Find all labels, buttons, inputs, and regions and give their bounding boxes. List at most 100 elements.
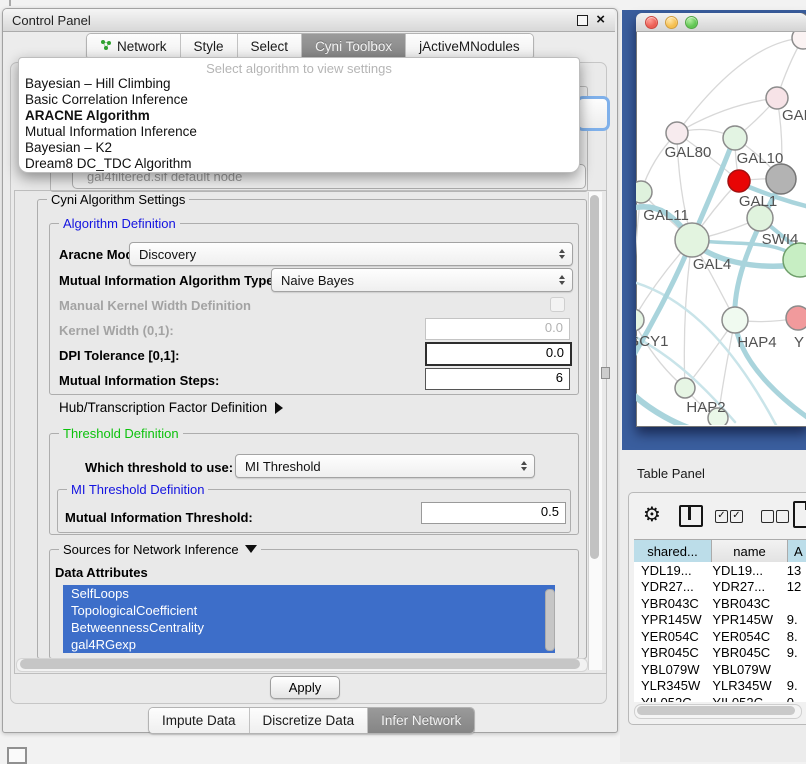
minimized-window-icon[interactable]	[7, 747, 27, 764]
table-row[interactable]: YBL079WYBL079W	[634, 661, 806, 678]
mi-threshold-title: MI Threshold Definition	[67, 482, 208, 497]
network-node-gal[interactable]	[766, 87, 788, 109]
tab-infer-network[interactable]: Infer Network	[368, 708, 474, 733]
tab-cyni-toolbox[interactable]: Cyni Toolbox	[302, 34, 406, 59]
deselect-all-icon[interactable]	[776, 510, 789, 523]
algorithm-option-bayesian-k2[interactable]: Bayesian – K2	[19, 140, 579, 156]
network-node-gcy1[interactable]	[636, 309, 644, 331]
table-horizontal-scrollbar-thumb[interactable]	[637, 706, 795, 715]
table-row[interactable]: YLR345WYLR345W9.	[634, 678, 806, 695]
tab-style[interactable]: Style	[181, 34, 238, 59]
network-node-hap4[interactable]	[722, 307, 748, 333]
network-edge[interactable]	[636, 320, 685, 388]
network-node-gal11[interactable]	[636, 181, 652, 203]
minimize-traffic-light[interactable]	[665, 16, 678, 29]
sources-collapser[interactable]: Sources for Network Inference	[59, 542, 261, 557]
bottom-tabstrip: Impute DataDiscretize DataInfer Network	[148, 707, 475, 734]
select-all-icon[interactable]: ✓	[715, 510, 728, 523]
zoom-traffic-light[interactable]	[685, 16, 698, 29]
panel-splitter-handle[interactable]	[601, 367, 610, 379]
which-threshold-value: MI Threshold	[236, 459, 521, 474]
network-node-y[interactable]	[786, 306, 806, 330]
table-row[interactable]: YBR045CYBR045C9.	[634, 645, 806, 662]
kernel-width-field[interactable]: 0.0	[425, 318, 570, 340]
table-cell: YBL079W	[708, 662, 780, 677]
close-traffic-light[interactable]	[645, 16, 658, 29]
network-canvas[interactable]: GALGAL80GAL10GAL1SWI4GAL4GAL11GCY1HAP4YH…	[636, 32, 806, 425]
algorithm-option-mutual-information-inference[interactable]: Mutual Information Inference	[19, 124, 579, 140]
network-node-label: HAP4	[737, 334, 776, 351]
table-cell: YBR045C	[708, 645, 780, 660]
column-header-partial[interactable]: A	[788, 540, 806, 563]
table-cell: 8.	[781, 629, 806, 644]
apply-button[interactable]: Apply	[270, 676, 340, 699]
attribute-item-selfloops[interactable]: SelfLoops	[63, 585, 555, 602]
window-edge-notch	[9, 0, 11, 6]
algorithm-option-basic-correlation-inference[interactable]: Basic Correlation Inference	[19, 92, 579, 108]
tab-jactivemnodules[interactable]: jActiveMNodules	[406, 34, 533, 59]
table-cell: YLR345W	[634, 678, 708, 693]
deselect-all-icon[interactable]	[761, 510, 774, 523]
table-toolbar: ⚙ ✓ ✓	[629, 493, 806, 537]
tab-network[interactable]: Network	[87, 34, 181, 59]
mi-type-value: Naive Bayes	[272, 273, 559, 288]
combo-arrows-icon	[559, 275, 572, 285]
network-node-hap2[interactable]	[675, 378, 695, 398]
which-threshold-label: Which threshold to use:	[85, 460, 233, 475]
network-node[interactable]	[792, 32, 806, 49]
manual-kernel-checkbox[interactable]	[550, 297, 565, 312]
algorithm-combo-partial[interactable]	[576, 96, 610, 131]
gear-icon[interactable]: ⚙	[643, 501, 661, 527]
float-window-icon[interactable]	[577, 15, 588, 26]
table-row[interactable]: YIL052CYIL052C0.	[634, 694, 806, 702]
tab-discretize-data[interactable]: Discretize Data	[250, 708, 369, 733]
file-icon[interactable]	[793, 501, 806, 528]
attribute-item-topologicalcoefficient[interactable]: TopologicalCoefficient	[63, 602, 555, 619]
table-row[interactable]: YBR043CYBR043C	[634, 595, 806, 612]
network-node[interactable]	[766, 164, 796, 194]
network-node-gal4[interactable]	[675, 223, 709, 257]
table-row[interactable]: YDL19...YDL19...13	[634, 562, 806, 579]
algorithm-option-bayesian-hill-climbing[interactable]: Bayesian – Hill Climbing	[19, 76, 579, 92]
network-node-label: GAL10	[737, 150, 784, 167]
settings-vertical-scrollbar-thumb[interactable]	[590, 195, 599, 559]
tab-select[interactable]: Select	[238, 34, 303, 59]
tab-impute-data[interactable]: Impute Data	[149, 708, 250, 733]
network-node-gal1[interactable]	[728, 170, 750, 192]
attribute-item-gal4rgexp[interactable]: gal4RGexp	[63, 636, 555, 653]
table-cell: YIL052C	[708, 695, 780, 702]
algorithm-option-aracne-algorithm[interactable]: ARACNE Algorithm	[19, 108, 579, 124]
close-icon[interactable]: ×	[596, 14, 605, 26]
hub-definition-expander[interactable]: Hub/Transcription Factor Definition	[59, 400, 283, 415]
network-edge[interactable]	[677, 98, 777, 133]
which-threshold-combo[interactable]: MI Threshold	[235, 454, 535, 478]
column-header-name[interactable]: name	[712, 540, 788, 563]
tab-label: Cyni Toolbox	[315, 39, 392, 54]
settings-horizontal-scrollbar-thumb[interactable]	[20, 659, 580, 669]
table-row[interactable]: YPR145WYPR145W9.	[634, 612, 806, 629]
table-row[interactable]: YER054CYER054C8.	[634, 628, 806, 645]
network-icon	[100, 39, 112, 54]
table-cell: YDR27...	[708, 579, 780, 594]
column-header-shared[interactable]: shared...	[634, 540, 712, 563]
dpi-tolerance-field[interactable]: 0.0	[425, 342, 572, 366]
algorithm-option-dream8-dc-tdc-algorithm[interactable]: Dream8 DC_TDC Algorithm	[19, 156, 579, 172]
network-node-gal10[interactable]	[723, 126, 747, 150]
tab-label: jActiveMNodules	[419, 39, 520, 54]
mi-steps-field[interactable]: 6	[425, 368, 570, 390]
network-edge[interactable]	[636, 192, 641, 320]
network-node-gal80[interactable]	[666, 122, 688, 144]
table-horizontal-scrollbar[interactable]	[634, 704, 802, 719]
select-all-icon[interactable]: ✓	[730, 510, 743, 523]
aracne-mode-value: Discovery	[130, 247, 559, 262]
mi-type-label: Mutual Information Algorithm Type:	[59, 273, 278, 288]
mi-type-combo[interactable]: Naive Bayes	[271, 268, 573, 292]
aracne-mode-combo[interactable]: Discovery	[129, 242, 573, 266]
attributes-scrollbar-thumb[interactable]	[545, 589, 555, 651]
attribute-item-betweennesscentrality[interactable]: BetweennessCentrality	[63, 619, 555, 636]
table-cell: YDL19...	[634, 563, 708, 578]
columns-icon[interactable]	[679, 505, 703, 527]
mi-threshold-field[interactable]: 0.5	[421, 502, 566, 524]
network-node[interactable]	[783, 243, 806, 277]
table-row[interactable]: YDR27...YDR27...12	[634, 579, 806, 596]
